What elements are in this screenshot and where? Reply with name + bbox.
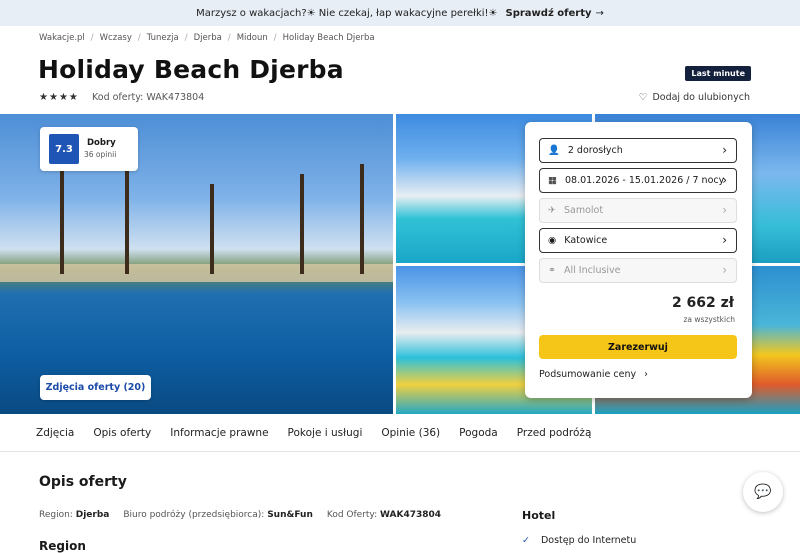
promo-text: Marzysz o wakacjach?☀ Nie czekaj, łap wa… [196, 7, 498, 19]
hotel-heading: Hotel [522, 509, 556, 522]
chevron-right-icon: › [722, 143, 727, 157]
departure-value: Katowice [564, 235, 608, 246]
booking-panel: 👤 2 dorosłych › ▦ 08.01.2026 - 15.01.202… [525, 122, 752, 398]
person-icon: 👤 [548, 145, 560, 156]
calendar-icon: ▦ [548, 175, 557, 186]
last-minute-badge: Last minute [685, 66, 751, 81]
total-price: 2 662 zł [671, 295, 734, 311]
chat-bubble-icon: 💬 [754, 484, 772, 500]
tab-before-trip[interactable]: Przed podróżą [517, 427, 592, 439]
palm-trunk [60, 154, 64, 274]
board-value: All Inclusive [563, 265, 621, 276]
chevron-right-icon: › [722, 173, 727, 187]
meta-region-label: Region: [39, 510, 73, 520]
transport-value: Samolot [563, 205, 604, 216]
breadcrumb-item[interactable]: Wczasy [100, 33, 132, 43]
palm-trunk [125, 169, 129, 274]
breadcrumb: Wakacje.pl / Wczasy / Tunezja / Djerba / Mid… [39, 33, 375, 43]
dates-selector[interactable]: ▦ 08.01.2026 - 15.01.2026 / 7 nocy › [539, 168, 737, 193]
offer-code: Kod oferty: WAK473804 [92, 92, 205, 103]
breadcrumb-separator: / [90, 33, 94, 43]
star-rating: ★ ★ ★ ★ [39, 92, 78, 103]
offer-photos-button[interactable]: Zdjęcia oferty (20) [40, 375, 151, 400]
tab-photos[interactable]: Zdjęcia [36, 427, 74, 439]
meta-code-value: WAK473804 [380, 510, 442, 520]
description-heading: Opis oferty [39, 474, 127, 490]
meta-region-value: Djerba [75, 510, 110, 520]
amenity-label: Dostęp do Internetu [540, 535, 637, 546]
palm-trunk [210, 184, 214, 274]
price-summary-link[interactable]: Podsumowanie ceny › [539, 369, 648, 380]
board-selector[interactable]: ⚭ All Inclusive › [539, 258, 737, 283]
section-tabs: Zdjęcia Opis oferty Informacje prawne Po… [0, 414, 800, 452]
price-note: za wszystkich [683, 315, 736, 324]
heart-icon: ♡ [638, 92, 648, 103]
star-icon: ★ [48, 92, 58, 103]
chat-button[interactable]: 💬 [743, 472, 783, 512]
palm-trunk [360, 164, 364, 274]
rating-label: Dobry [87, 138, 116, 148]
region-heading: Region [39, 539, 86, 553]
breadcrumb-separator: / [137, 33, 141, 43]
departure-selector[interactable]: ◉ Katowice › [539, 228, 737, 253]
breadcrumb-current: Holiday Beach Djerba [282, 33, 375, 43]
rating-score: 7.3 [49, 134, 79, 164]
plane-icon: ✈ [548, 205, 556, 216]
breadcrumb-separator: / [184, 33, 188, 43]
breadcrumb-item[interactable]: Djerba [194, 33, 222, 43]
rating-count: 36 opinii [84, 150, 117, 159]
meta-operator: Biuro podróży (przedsiębiorca): Sun&Fun [123, 510, 313, 520]
star-icon: ★ [58, 92, 68, 103]
tab-rooms-services[interactable]: Pokoje i usługi [288, 427, 363, 439]
dates-value: 08.01.2026 - 15.01.2026 / 7 nocy [564, 175, 725, 186]
offer-meta: Region: Djerba Biuro podróży (przedsiębi… [39, 510, 441, 520]
chevron-right-icon: › [644, 369, 648, 380]
photo-detail [0, 264, 393, 282]
guests-selector[interactable]: 👤 2 dorosłych › [539, 138, 737, 163]
location-pin-icon: ◉ [548, 235, 557, 246]
breadcrumb-item[interactable]: Wakacje.pl [39, 33, 85, 43]
tab-weather[interactable]: Pogoda [459, 427, 498, 439]
meta-code-label: Kod Oferty: [326, 510, 378, 520]
tab-reviews[interactable]: Opinie (36) [381, 427, 440, 439]
palm-trunk [300, 174, 304, 274]
star-icon: ★ [39, 92, 48, 103]
amenity-item: ✓ Dostęp do Internetu [522, 535, 636, 546]
meta-operator-label: Biuro podróży (przedsiębiorca): [123, 510, 265, 520]
chevron-right-icon: › [722, 263, 727, 277]
breadcrumb-separator: / [273, 33, 277, 43]
favorites-label: Dodaj do ulubionych [652, 92, 750, 103]
tab-description[interactable]: Opis oferty [93, 427, 151, 439]
add-to-favorites-button[interactable]: ♡ Dodaj do ulubionych [639, 92, 750, 103]
chevron-right-icon: › [722, 233, 727, 247]
transport-selector[interactable]: ✈ Samolot › [539, 198, 737, 223]
tab-legal-info[interactable]: Informacje prawne [170, 427, 268, 439]
breadcrumb-item[interactable]: Tunezja [147, 33, 179, 43]
chevron-right-icon: › [722, 203, 727, 217]
promo-cta-link[interactable]: Sprawdź oferty [506, 8, 592, 19]
page-title: Holiday Beach Djerba [38, 55, 344, 84]
breadcrumb-item[interactable]: Midoun [237, 33, 268, 43]
breadcrumb-separator: / [227, 33, 231, 43]
promo-banner[interactable]: Marzysz o wakacjach?☀ Nie czekaj, łap wa… [0, 0, 800, 26]
meta-region: Region: Djerba [39, 510, 109, 520]
meta-code: Kod Oferty: WAK473804 [327, 510, 441, 520]
arrow-right-icon: → [595, 7, 604, 19]
rating-card[interactable]: 7.3 Dobry 36 opinii [40, 127, 138, 171]
book-button[interactable]: Zarezerwuj [539, 335, 737, 359]
star-icon: ★ [68, 92, 78, 103]
guests-value: 2 dorosłych [567, 145, 623, 156]
price-summary-label: Podsumowanie ceny [539, 369, 637, 380]
cutlery-icon: ⚭ [548, 265, 556, 276]
meta-operator-value: Sun&Fun [267, 510, 313, 520]
check-icon: ✓ [522, 535, 530, 546]
